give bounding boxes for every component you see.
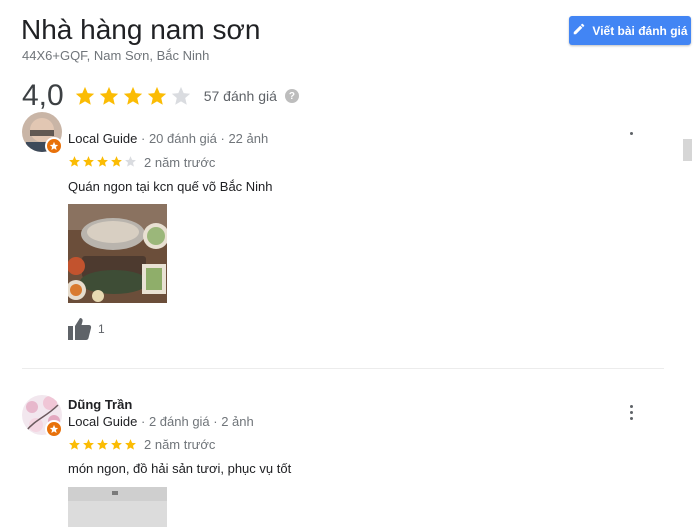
- write-review-label: Viết bài đánh giá: [592, 23, 688, 38]
- review-photo[interactable]: [68, 204, 167, 303]
- star-icon: [97, 439, 108, 450]
- rating-value: 4,0: [22, 79, 64, 112]
- review-count[interactable]: 57 đánh giá: [204, 88, 277, 104]
- help-icon[interactable]: ?: [284, 89, 299, 103]
- local-guide-badge-icon: [45, 137, 63, 155]
- write-review-button[interactable]: Viết bài đánh giá: [569, 16, 691, 45]
- more-options-icon[interactable]: [627, 132, 635, 135]
- reviewer-meta: Local Guide · 20 đánh giá · 22 ảnh: [68, 131, 268, 146]
- place-address: 44X6+GQF, Nam Sơn, Bắc Ninh: [22, 48, 210, 63]
- star-icon: [83, 439, 94, 450]
- like-count: 1: [98, 322, 105, 336]
- star-icon: [75, 86, 94, 105]
- review-time: 2 năm trước: [144, 437, 216, 452]
- star-icon: [111, 439, 122, 450]
- scrollbar-track[interactable]: [683, 128, 693, 523]
- reviewer-stats: · 20 đánh giá · 22 ảnh: [137, 131, 269, 146]
- star-icon: [69, 439, 80, 450]
- rating-stars: [74, 85, 192, 107]
- review-photo[interactable]: [68, 487, 167, 527]
- local-guide-badge-icon: [45, 420, 63, 438]
- scrollbar-thumb[interactable]: [683, 139, 692, 161]
- star-icon: [69, 156, 80, 167]
- local-guide-label: Local Guide: [68, 414, 138, 429]
- reviewer-name[interactable]: Dũng Trần: [68, 397, 132, 412]
- rating-summary: 4,0 57 đánh giá ?: [22, 78, 299, 114]
- review-time: 2 năm trước: [144, 155, 216, 170]
- star-icon: [97, 156, 108, 167]
- more-options-icon[interactable]: [627, 405, 635, 420]
- star-empty-icon: [125, 156, 136, 167]
- thumbs-up-icon[interactable]: [68, 318, 92, 340]
- review-text: món ngon, đồ hải sản tươi, phục vụ tốt: [68, 461, 292, 476]
- reviewer-stats: · 2 đánh giá · 2 ảnh: [137, 414, 254, 429]
- pencil-icon: [572, 22, 586, 39]
- reviewer-meta: Local Guide · 2 đánh giá · 2 ảnh: [68, 414, 254, 429]
- review-stars: [68, 155, 137, 168]
- star-icon: [111, 156, 122, 167]
- review-stars: [68, 438, 137, 451]
- star-icon: [123, 86, 142, 105]
- review-text: Quán ngon tại kcn quế võ Bắc Ninh: [68, 179, 273, 194]
- place-title: Nhà hàng nam sơn: [21, 14, 261, 45]
- star-icon: [147, 86, 166, 105]
- star-icon: [99, 86, 118, 105]
- local-guide-label: Local Guide: [68, 131, 138, 146]
- star-empty-icon: [171, 86, 190, 105]
- star-icon: [83, 156, 94, 167]
- review-divider: [22, 368, 664, 369]
- star-icon: [125, 439, 136, 450]
